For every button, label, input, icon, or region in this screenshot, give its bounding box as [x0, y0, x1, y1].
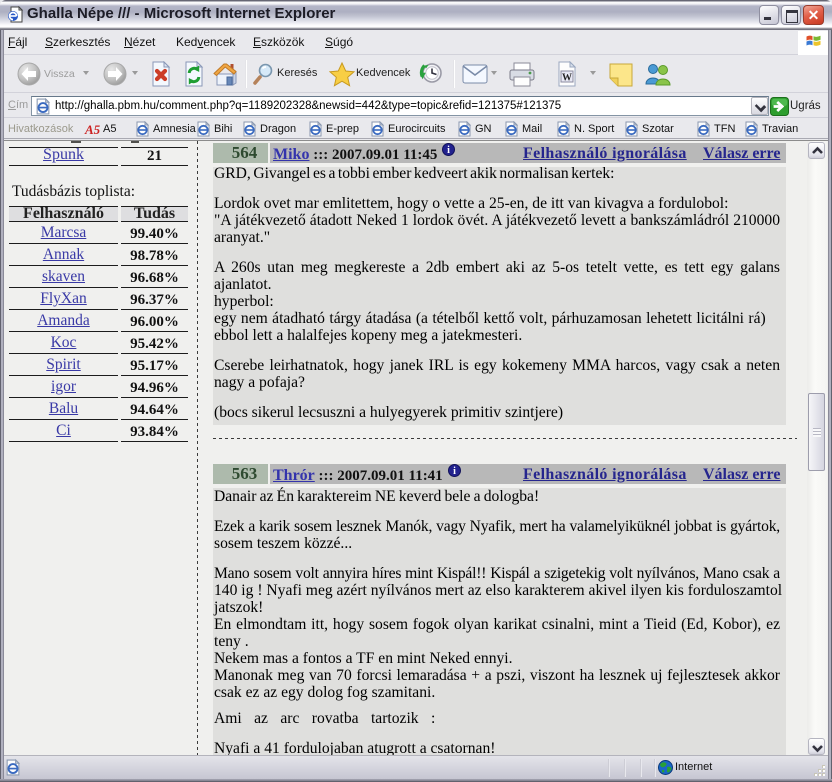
- svg-text:W: W: [562, 73, 572, 84]
- svg-text:i: i: [453, 466, 456, 477]
- svg-text:i: i: [447, 145, 450, 156]
